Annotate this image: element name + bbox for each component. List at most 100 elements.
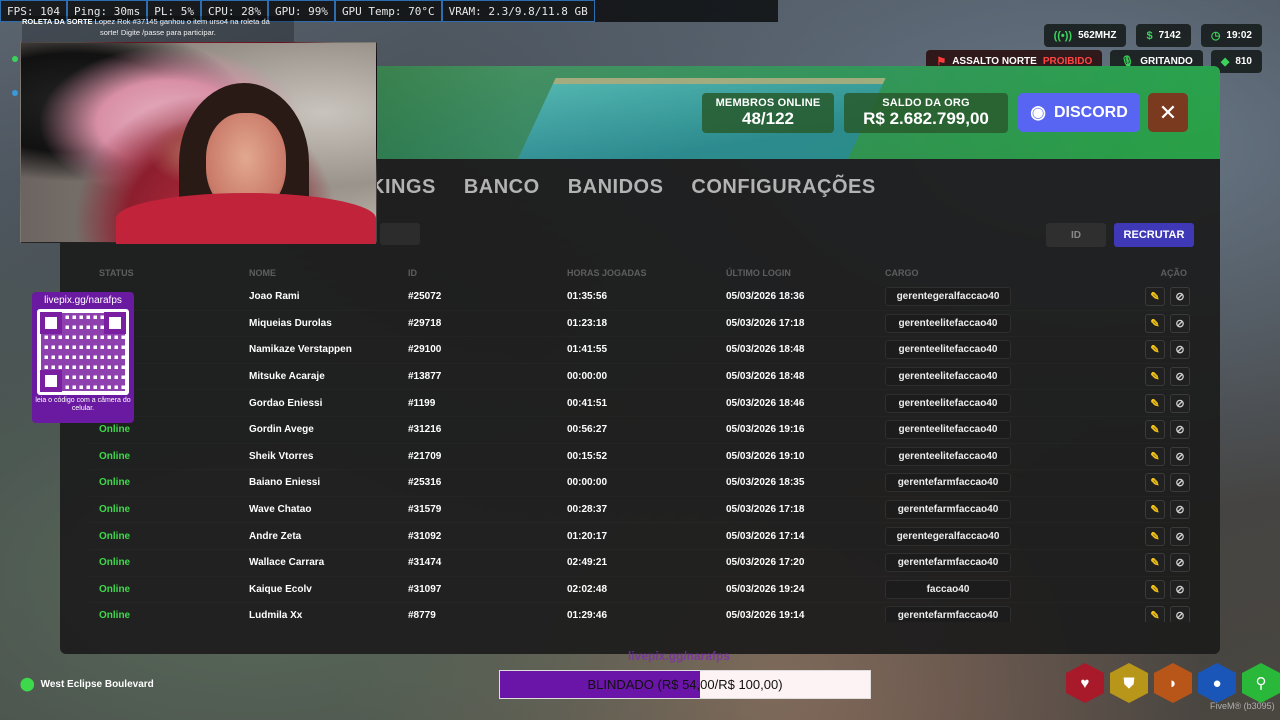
ban-icon[interactable]: ⊘: [1170, 446, 1190, 466]
row-hours: 00:00:00: [567, 371, 608, 383]
edit-icon[interactable]: ✎: [1145, 287, 1165, 307]
table-row[interactable]: Online Kaique Ecolv #31097 02:02:48 05/03/20…: [90, 577, 1190, 604]
table-header: STATUS NOME ID HORAS JOGADAS ÚLTIMO LOGI…: [90, 262, 1190, 284]
row-name: Kaique Ecolv: [249, 583, 312, 595]
row-name: Andre Zeta: [249, 530, 302, 542]
gem-icon: ◆: [1220, 56, 1230, 68]
row-cargo: gerentefarmfaccao40: [885, 473, 1135, 493]
cargo-chip: gerenteelitefaccao40: [885, 420, 1011, 440]
tab-rankings[interactable]: KINGS: [370, 176, 436, 199]
side-indicator-dot: [12, 90, 18, 96]
discord-icon: ◉: [1030, 102, 1046, 122]
row-id: #1199: [408, 397, 436, 409]
close-button[interactable]: ✕: [1148, 93, 1188, 132]
members-table: STATUS NOME ID HORAS JOGADAS ÚLTIMO LOGI…: [90, 262, 1190, 622]
table-row[interactable]: Namikaze Verstappen #29100 01:41:55 05/03/2…: [90, 337, 1190, 364]
money-value: 7142: [1158, 30, 1181, 41]
tab-configuracoes[interactable]: CONFIGURAÇÕES: [691, 176, 875, 199]
table-row[interactable]: Joao Rami #25072 01:35:56 05/03/2026 18:36 g…: [90, 284, 1190, 311]
ban-icon[interactable]: ⊘: [1170, 526, 1190, 546]
table-row[interactable]: Online Sheik Vtorres #21709 00:15:52 05/03/2…: [90, 444, 1190, 471]
edit-icon[interactable]: ✎: [1145, 606, 1165, 622]
tab-banidos[interactable]: BANIDOS: [568, 176, 664, 199]
row-actions: ✎ ⊘: [1135, 553, 1190, 573]
ban-icon[interactable]: ⊘: [1170, 500, 1190, 520]
water-icon: ●: [1198, 663, 1236, 703]
row-last-login: 05/03/2026 17:18: [726, 317, 805, 329]
ban-icon[interactable]: ⊘: [1170, 606, 1190, 622]
edit-icon[interactable]: ✎: [1145, 367, 1165, 387]
webcam-subject-body: [116, 193, 376, 244]
ban-icon[interactable]: ⊘: [1170, 340, 1190, 360]
table-row[interactable]: Miqueias Durolas #29718 01:23:18 05/03/2026…: [90, 311, 1190, 338]
org-balance-card: SALDO DA ORG R$ 2.682.799,00: [844, 93, 1008, 133]
edit-icon[interactable]: ✎: [1145, 473, 1165, 493]
ban-icon[interactable]: ⊘: [1170, 553, 1190, 573]
row-id: #29718: [408, 317, 442, 329]
ban-icon[interactable]: ⊘: [1170, 473, 1190, 493]
ticker-line1: Lopez Rok #37145 ganhou o item urso4 na …: [94, 17, 270, 26]
discord-label: DISCORD: [1053, 103, 1128, 121]
tab-banco[interactable]: BANCO: [464, 176, 540, 199]
armor-icon: ⛊: [1110, 663, 1148, 703]
row-name: Joao Rami: [249, 291, 300, 303]
row-name: Namikaze Verstappen: [249, 344, 352, 356]
edit-icon[interactable]: ✎: [1145, 420, 1165, 440]
row-last-login: 05/03/2026 18:36: [726, 291, 805, 303]
edit-icon[interactable]: ✎: [1145, 579, 1165, 599]
edit-icon[interactable]: ✎: [1145, 340, 1165, 360]
row-last-login: 05/03/2026 17:18: [726, 504, 805, 516]
qr-url: livepix.gg/narafps: [44, 295, 122, 306]
table-row[interactable]: Mitsuke Acaraje #13877 00:00:00 05/03/2026 …: [90, 364, 1190, 391]
row-name: Mitsuke Acaraje: [249, 371, 325, 383]
id-input[interactable]: ID: [1046, 223, 1106, 247]
table-row[interactable]: Online Andre Zeta #31092 01:20:17 05/03/2026…: [90, 523, 1190, 550]
perf-stat: VRAM: 2.3/9.8/11.8 GB: [441, 0, 595, 22]
row-id: #21709: [408, 450, 442, 462]
table-row[interactable]: Online Wave Chatao #31579 00:28:37 05/03/202…: [90, 497, 1190, 524]
radio-frequency: ((•)) 562MHZ: [1043, 24, 1127, 47]
row-name: Gordin Avege: [249, 424, 314, 436]
edit-icon[interactable]: ✎: [1145, 313, 1165, 333]
row-status: Online: [99, 583, 131, 595]
ban-icon[interactable]: ⊘: [1170, 367, 1190, 387]
row-hours: 01:41:55: [567, 344, 608, 356]
edit-icon[interactable]: ✎: [1145, 500, 1165, 520]
ban-icon[interactable]: ⊘: [1170, 313, 1190, 333]
edit-icon[interactable]: ✎: [1145, 393, 1165, 413]
row-actions: ✎ ⊘: [1135, 287, 1190, 307]
row-id: #8779: [408, 610, 436, 622]
row-hours: 01:20:17: [567, 530, 608, 542]
ban-icon[interactable]: ⊘: [1170, 287, 1190, 307]
edit-icon[interactable]: ✎: [1145, 526, 1165, 546]
table-row[interactable]: Online Ludmila Xx #8779 01:29:46 05/03/2026 …: [90, 603, 1190, 622]
row-actions: ✎ ⊘: [1135, 393, 1190, 413]
ban-icon[interactable]: ⊘: [1170, 420, 1190, 440]
clock-display: ◷ 19:02: [1200, 24, 1262, 47]
row-last-login: 05/03/2026 19:14: [726, 610, 805, 622]
recruit-button[interactable]: RECRUTAR: [1114, 223, 1194, 247]
discord-button[interactable]: ◉ DISCORD: [1018, 93, 1140, 132]
row-id: #29100: [408, 344, 442, 356]
table-row[interactable]: Online Wallace Carrara #31474 02:49:21 05/03…: [90, 550, 1190, 577]
table-row[interactable]: Online Gordin Avege #31216 00:56:27 05/03/20…: [90, 417, 1190, 444]
row-actions: ✎ ⊘: [1135, 367, 1190, 387]
radio-value: 562MHZ: [1078, 30, 1117, 41]
row-cargo: gerenteelitefaccao40: [885, 420, 1135, 440]
row-name: Gordao Eniessi: [249, 397, 323, 409]
cargo-chip: gerenteelitefaccao40: [885, 313, 1011, 333]
ban-icon[interactable]: ⊘: [1170, 579, 1190, 599]
row-last-login: 05/03/2026 17:20: [726, 557, 805, 569]
row-id: #31092: [408, 530, 442, 542]
table-row[interactable]: Online Baiano Eniessi #25316 00:00:00 05/03/…: [90, 470, 1190, 497]
row-name: Wave Chatao: [249, 504, 312, 516]
row-actions: ✎ ⊘: [1135, 340, 1190, 360]
row-status: Online: [99, 557, 131, 569]
edit-icon[interactable]: ✎: [1145, 446, 1165, 466]
row-cargo: gerenteelitefaccao40: [885, 313, 1135, 333]
radio-icon: ((•)): [1053, 29, 1073, 42]
table-row[interactable]: Gordao Eniessi #1199 00:41:51 05/03/2026 18…: [90, 390, 1190, 417]
ban-icon[interactable]: ⊘: [1170, 393, 1190, 413]
edit-icon[interactable]: ✎: [1145, 553, 1165, 573]
search-input[interactable]: [380, 223, 420, 245]
